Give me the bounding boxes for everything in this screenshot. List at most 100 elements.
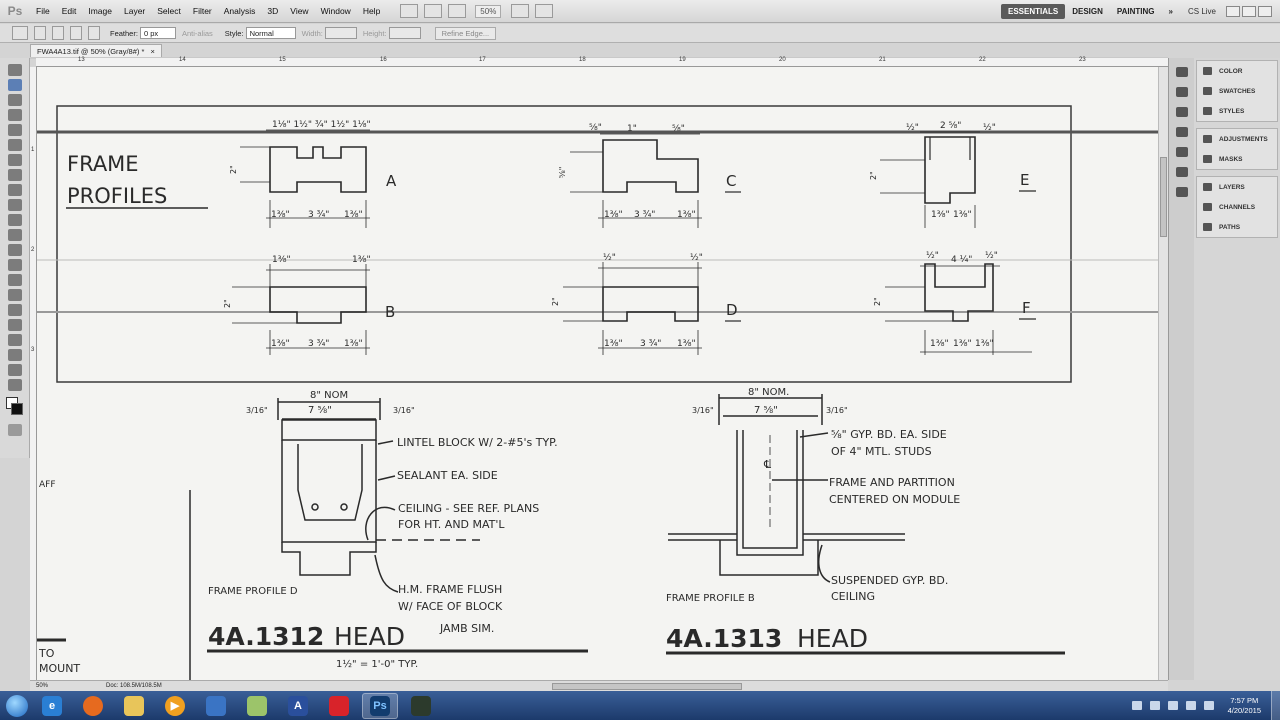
menu-view[interactable]: View [284,6,314,16]
panel-channels[interactable]: CHANNELS [1197,197,1277,217]
panel-swatches[interactable]: SWATCHES [1197,81,1277,101]
add-to-selection-icon[interactable] [52,26,64,40]
antialias-label[interactable]: Anti-alias [182,29,213,38]
histogram-icon[interactable] [1175,67,1188,77]
info-icon[interactable] [1175,107,1188,117]
type-tool-icon[interactable] [8,289,22,301]
eraser-tool-icon[interactable] [8,214,22,226]
workspace-design[interactable]: DESIGN [1065,4,1110,19]
taskbar-autocad[interactable]: A [280,693,316,719]
shape-tool-icon[interactable] [8,319,22,331]
taskbar-firefox[interactable] [75,693,111,719]
clone-source-icon[interactable] [1175,167,1188,177]
cs-live-button[interactable]: CS Live [1188,7,1216,16]
taskbar-notepad[interactable] [239,693,275,719]
marquee-tool-preset-icon[interactable] [12,26,28,40]
pen-tool-icon[interactable] [8,274,22,286]
view-extras-icon[interactable] [448,4,467,18]
panel-layers[interactable]: LAYERS [1197,177,1277,197]
zoom-level-select[interactable]: 50% [475,4,502,18]
show-desktop-button[interactable] [1271,691,1280,720]
3d-rotate-tool-icon[interactable] [8,334,22,346]
show-hidden-icons-icon[interactable] [1131,701,1142,710]
brush-tool-icon[interactable] [8,169,22,181]
hand-tool-icon[interactable] [8,364,22,376]
flag-icon[interactable] [1149,701,1160,710]
clone-stamp-tool-icon[interactable] [8,184,22,196]
history-icon[interactable] [1175,127,1188,137]
panel-adjustments[interactable]: ADJUSTMENTS [1197,129,1277,149]
gradient-tool-icon[interactable] [8,229,22,241]
clock[interactable]: 7:57 PM 4/20/2015 [1228,696,1261,716]
screen-mode-icon[interactable] [535,4,554,18]
network-icon[interactable] [1185,701,1196,710]
eyedropper-tool-icon[interactable] [8,139,22,151]
zoom-tool-icon[interactable] [8,379,22,391]
blur-tool-icon[interactable] [8,244,22,256]
style-select[interactable]: Normal [245,27,296,39]
workspace-essentials[interactable]: ESSENTIALS [1000,4,1066,19]
mini-bridge-icon[interactable] [424,4,443,18]
close-button[interactable] [1258,6,1272,17]
document-canvas[interactable]: FRAME PROFILES 1⅛" 1½" ¾" 1½" 1⅛" 1⅜" 3 … [37,67,1158,680]
width-input[interactable] [324,27,357,39]
panel-styles[interactable]: STYLES [1197,101,1277,121]
quick-selection-tool-icon[interactable] [8,109,22,121]
arrange-documents-icon[interactable] [511,4,530,18]
more-workspaces-button[interactable]: » [1162,4,1180,19]
feather-input[interactable]: 0 px [139,27,176,39]
crop-tool-icon[interactable] [8,124,22,136]
vertical-scrollbar-thumb[interactable] [1160,157,1167,237]
refine-edge-button[interactable]: Refine Edge... [434,26,497,40]
menu-window[interactable]: Window [315,6,357,16]
workspace-painting[interactable]: PAINTING [1110,4,1162,19]
quick-mask-icon[interactable] [8,424,22,436]
taskbar-ie[interactable]: e [34,693,70,719]
move-tool-icon[interactable] [8,64,22,76]
healing-brush-tool-icon[interactable] [8,154,22,166]
document-tab[interactable]: FWA4A13.tif @ 50% (Gray/8#) * × [30,44,162,58]
3d-orbit-tool-icon[interactable] [8,349,22,361]
history-brush-tool-icon[interactable] [8,199,22,211]
menu-filter[interactable]: Filter [187,6,218,16]
start-button[interactable] [0,692,34,720]
height-input[interactable] [388,27,421,39]
taskbar-media[interactable] [403,693,439,719]
horizontal-scrollbar-thumb[interactable] [552,683,742,690]
close-document-icon[interactable]: × [150,47,154,56]
bridge-icon[interactable] [400,4,419,18]
menu-3d[interactable]: 3D [261,6,284,16]
background-color-icon[interactable] [11,403,23,415]
display-icon[interactable] [1167,701,1178,710]
volume-icon[interactable] [1203,701,1214,710]
taskbar-explorer[interactable] [116,693,152,719]
menu-layer[interactable]: Layer [118,6,151,16]
menu-help[interactable]: Help [357,6,386,16]
menu-file[interactable]: File [30,6,56,16]
menu-analysis[interactable]: Analysis [218,6,262,16]
lasso-tool-icon[interactable] [8,94,22,106]
menu-select[interactable]: Select [151,6,187,16]
subtract-selection-icon[interactable] [70,26,82,40]
vertical-scrollbar[interactable] [1158,67,1168,680]
intersect-selection-icon[interactable] [88,26,100,40]
path-selection-tool-icon[interactable] [8,304,22,316]
actions-icon[interactable] [1175,187,1188,197]
new-selection-icon[interactable] [34,26,46,40]
maximize-button[interactable] [1242,6,1256,17]
panel-masks[interactable]: MASKS [1197,149,1277,169]
panel-color[interactable]: COLOR [1197,61,1277,81]
dodge-tool-icon[interactable] [8,259,22,271]
taskbar-outlook[interactable] [198,693,234,719]
minimize-button[interactable] [1226,6,1240,17]
taskbar-media-player[interactable]: ▶ [157,693,193,719]
navigator-icon[interactable] [1175,87,1188,97]
menu-edit[interactable]: Edit [56,6,83,16]
taskbar-acrobat[interactable] [321,693,357,719]
brush-presets-icon[interactable] [1175,147,1188,157]
color-swatches[interactable] [0,395,29,421]
marquee-tool-icon[interactable] [8,79,22,91]
status-zoom[interactable]: 50% [30,683,66,689]
panel-paths[interactable]: PATHS [1197,217,1277,237]
menu-image[interactable]: Image [82,6,118,16]
